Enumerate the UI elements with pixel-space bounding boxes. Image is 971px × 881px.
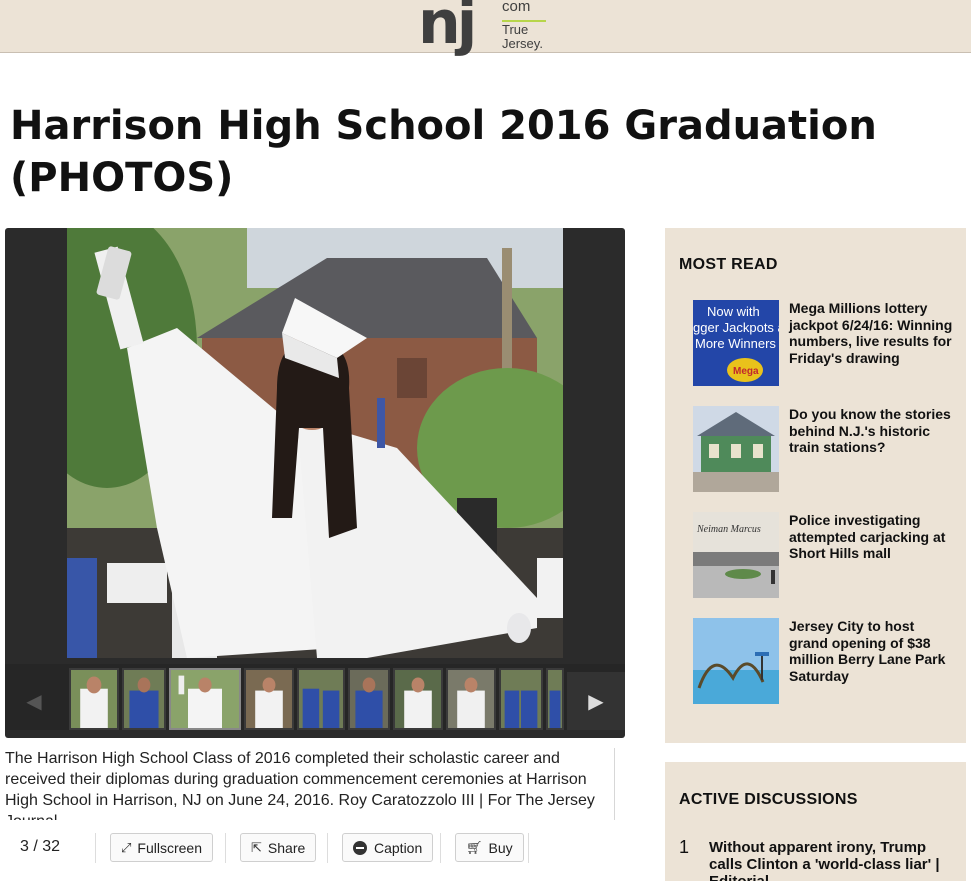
share-icon: ⇱ bbox=[251, 839, 262, 855]
gallery-thumbnail[interactable] bbox=[546, 668, 564, 730]
svg-text:Mega: Mega bbox=[733, 366, 759, 377]
discussion-headline[interactable]: Without apparent irony, Trump calls Clin… bbox=[709, 839, 959, 881]
gallery-toolbar: 3 / 32 ⤢ Fullscreen ⇱ Share Caption 🛒︎ B… bbox=[0, 825, 625, 871]
story-headline[interactable]: Mega Millions lottery jackpot 6/24/16: W… bbox=[789, 300, 955, 366]
article-title: Harrison High School 2016 Graduation (PH… bbox=[10, 103, 877, 201]
toolbar-divider bbox=[528, 833, 529, 863]
gallery-thumbnail[interactable] bbox=[499, 668, 543, 730]
main-photo[interactable] bbox=[67, 228, 563, 658]
svg-text:Now with: Now with bbox=[707, 304, 760, 319]
site-logo[interactable]: nj com True Jersey. bbox=[418, 0, 558, 58]
most-read-item[interactable]: Now with gger Jackpots a More Winners Me… bbox=[693, 300, 955, 386]
gallery-thumbnail[interactable] bbox=[297, 668, 345, 730]
svg-text:gger Jackpots a: gger Jackpots a bbox=[693, 320, 779, 335]
active-discussions-panel: ACTIVE DISCUSSIONS 1 Without apparent ir… bbox=[665, 762, 966, 881]
story-thumbnail[interactable]: Neiman Marcus bbox=[693, 512, 779, 598]
caption-button[interactable]: Caption bbox=[342, 833, 434, 862]
discussion-rank: 1 bbox=[679, 837, 690, 857]
story-thumbnail[interactable]: Now with gger Jackpots a More Winners Me… bbox=[693, 300, 779, 386]
toolbar-divider bbox=[440, 833, 441, 863]
most-read-item[interactable]: Neiman Marcus Police investigating attem… bbox=[693, 512, 955, 598]
caption-toggle-icon bbox=[353, 840, 367, 855]
most-read-panel: MOST READ Now with gger Jackpots a More … bbox=[665, 228, 966, 743]
most-read-item[interactable]: Do you know the stories behind N.J.'s hi… bbox=[693, 406, 955, 492]
cart-icon: 🛒︎ bbox=[466, 839, 483, 855]
toolbar-divider bbox=[327, 833, 328, 863]
site-header: nj com True Jersey. bbox=[0, 0, 971, 58]
most-read-title: MOST READ bbox=[679, 256, 778, 273]
next-arrow-icon[interactable]: ▶ bbox=[567, 672, 625, 730]
gallery-thumbnail[interactable] bbox=[348, 668, 390, 730]
story-headline[interactable]: Jersey City to host grand opening of $38… bbox=[789, 618, 955, 684]
logo-nj: nj bbox=[418, 0, 477, 58]
gallery-thumbnail[interactable] bbox=[244, 668, 294, 730]
fullscreen-label: Fullscreen bbox=[137, 839, 202, 856]
story-headline[interactable]: Do you know the stories behind N.J.'s hi… bbox=[789, 406, 955, 456]
story-thumbnail[interactable] bbox=[693, 406, 779, 492]
share-label: Share bbox=[267, 839, 306, 856]
photo-caption: The Harrison High School Class of 2016 c… bbox=[5, 748, 615, 820]
share-button[interactable]: ⇱ Share bbox=[240, 833, 317, 862]
svg-text:More Winners: More Winners bbox=[695, 336, 776, 351]
prev-arrow-icon[interactable]: ◀ bbox=[5, 672, 63, 730]
gallery-thumbnail[interactable] bbox=[169, 668, 241, 730]
svg-text:Neiman Marcus: Neiman Marcus bbox=[696, 524, 761, 535]
gallery-thumbnail[interactable] bbox=[393, 668, 443, 730]
gallery-thumbnail[interactable] bbox=[122, 668, 166, 730]
logo-tagline: True Jersey. bbox=[502, 20, 546, 51]
story-thumbnail[interactable] bbox=[693, 618, 779, 704]
toolbar-divider bbox=[225, 833, 226, 863]
fullscreen-icon: ⤢ bbox=[121, 839, 132, 855]
buy-label: Buy bbox=[488, 839, 513, 856]
gallery-thumbnail[interactable] bbox=[69, 668, 119, 730]
photo-gallery: ◀ ▶ bbox=[5, 228, 625, 738]
buy-button[interactable]: 🛒︎ Buy bbox=[455, 833, 524, 862]
caption-text: The Harrison High School Class of 2016 c… bbox=[5, 750, 595, 820]
toolbar-divider bbox=[95, 833, 96, 863]
gallery-thumbnail[interactable] bbox=[446, 668, 496, 730]
logo-com: com bbox=[502, 0, 531, 15]
photo-counter: 3 / 32 bbox=[20, 838, 61, 855]
fullscreen-button[interactable]: ⤢ Fullscreen bbox=[110, 833, 213, 862]
most-read-item[interactable]: Jersey City to host grand opening of $38… bbox=[693, 618, 955, 704]
caption-label: Caption bbox=[374, 839, 423, 856]
story-headline[interactable]: Police investigating attempted carjackin… bbox=[789, 512, 955, 562]
active-discussions-title: ACTIVE DISCUSSIONS bbox=[679, 791, 858, 808]
